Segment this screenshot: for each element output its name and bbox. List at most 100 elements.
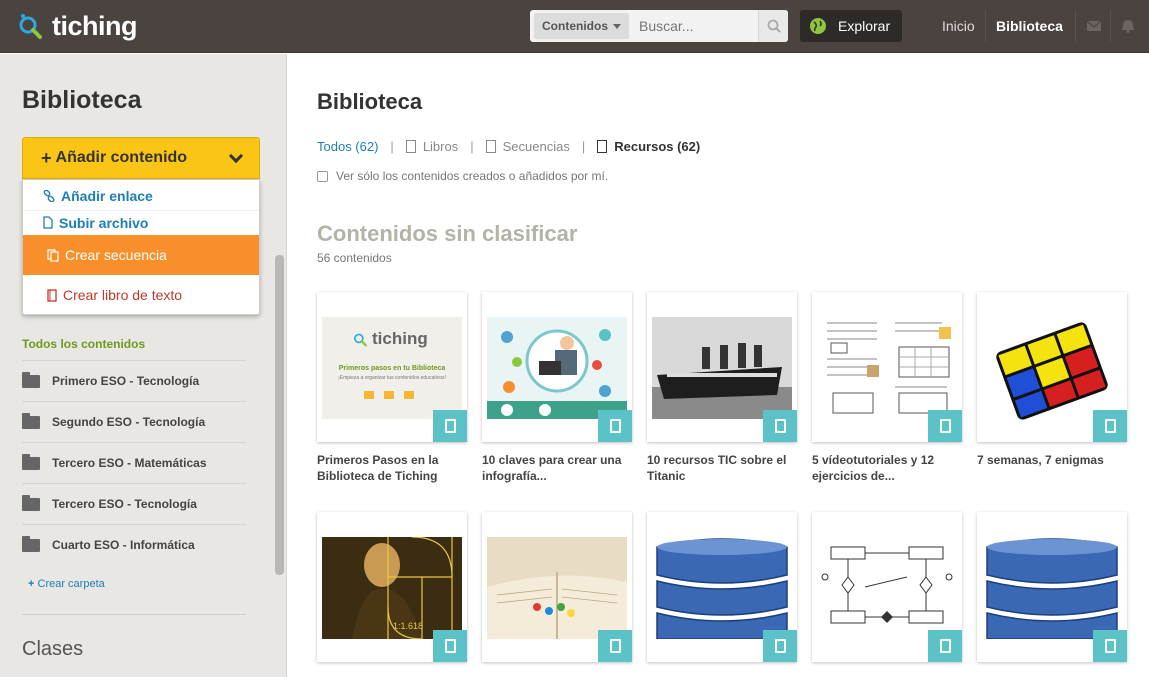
folder-item[interactable]: Tercero ESO - Tecnología (22, 483, 246, 524)
resource-badge (1093, 410, 1127, 442)
filter-resources[interactable]: Recursos (62) (597, 139, 700, 154)
search-input[interactable] (639, 18, 763, 34)
file-icon (939, 419, 951, 433)
folder-item[interactable]: Cuarto ESO - Informática (22, 524, 246, 565)
folder-icon (22, 453, 40, 470)
filter-sequences[interactable]: Secuencias (485, 139, 570, 154)
content-card[interactable] (647, 292, 797, 442)
thumb-ratio-label: 1:1.618 (393, 621, 424, 631)
explore-button[interactable]: Explorar (800, 10, 902, 42)
file-icon (939, 639, 951, 653)
resource-badge (928, 630, 962, 662)
content-card[interactable]: 1:1.618 (317, 512, 467, 662)
card-title[interactable]: 10 recursos TIC sobre el Titanic (647, 452, 797, 484)
filter-bar: Todos (62) | Libros | Secuencias | Recur… (317, 138, 700, 154)
classes-title: Clases (22, 638, 84, 660)
plus-icon: + (41, 147, 52, 168)
create-sequence-label: Crear secuencia (65, 247, 167, 263)
card-thumbnail (817, 537, 957, 639)
resource-badge (598, 630, 632, 662)
resource-badge (1093, 630, 1127, 662)
filter-books[interactable]: Libros (405, 138, 459, 154)
mail-icon[interactable] (1086, 19, 1102, 33)
card-thumbnail (982, 316, 1122, 422)
folder-item[interactable]: Segundo ESO - Tecnología (22, 401, 246, 442)
content-card[interactable] (812, 292, 962, 442)
content-card[interactable] (647, 512, 797, 662)
explore-label: Explorar (838, 18, 891, 34)
resource-badge (433, 410, 467, 442)
nav-divider (1110, 10, 1111, 42)
only-mine-filter[interactable]: Ver sólo los contenidos creados o añadid… (317, 169, 608, 183)
page-title: Biblioteca (317, 89, 423, 114)
plus-icon: + (28, 578, 35, 590)
caret-down-icon (613, 23, 621, 29)
filter-books-label: Libros (422, 138, 459, 154)
bell-icon[interactable] (1120, 19, 1136, 33)
upload-file-item[interactable]: Subir archivo (23, 210, 259, 234)
link-icon (43, 190, 55, 202)
folder-icon (22, 371, 40, 388)
card-title[interactable]: 5 vídeotutoriales y 12 ejercicios de... (812, 452, 962, 484)
card-thumbnail (652, 317, 792, 419)
filter-separator: | (390, 138, 394, 154)
only-mine-label: Ver sólo los contenidos creados o añadid… (336, 169, 609, 183)
all-contents-link[interactable]: Todos los contenidos (22, 337, 145, 351)
sequence-icon (485, 139, 496, 153)
folder-item[interactable]: Tercero ESO - Matemáticas (22, 442, 246, 483)
content-card[interactable]: tiching Primeros pasos en tu Biblioteca … (317, 292, 467, 442)
content-card[interactable] (977, 512, 1127, 662)
section-title: Contenidos sin clasificar (317, 221, 578, 246)
only-mine-checkbox[interactable] (317, 170, 328, 182)
content-card[interactable] (812, 512, 962, 662)
file-icon (444, 419, 456, 433)
filter-resources-label: Recursos (62) (614, 138, 701, 154)
thumb-subtitle: ¡Empieza a organizar tus contenidos educ… (338, 375, 446, 381)
card-title[interactable]: Primeros Pasos en la Biblioteca de Tichi… (317, 452, 467, 484)
filter-all[interactable]: Todos (62) (317, 139, 378, 154)
search-button[interactable] (758, 10, 788, 42)
search-category-select[interactable]: Contenidos (534, 13, 629, 39)
nav-library-link[interactable]: Biblioteca (996, 18, 1063, 34)
folder-label: Segundo ESO - Tecnología (52, 415, 206, 429)
file-icon (444, 639, 456, 653)
tiching-logo[interactable]: tiching (16, 9, 138, 43)
search-category-label: Contenidos (542, 19, 608, 33)
content-card[interactable] (482, 512, 632, 662)
folder-icon (364, 391, 374, 399)
filter-separator: | (470, 138, 474, 154)
add-content-button[interactable]: + Añadir contenido (22, 137, 260, 179)
nav-home-link[interactable]: Inicio (942, 18, 975, 34)
file-icon (43, 216, 53, 229)
sidebar-title: Biblioteca (22, 86, 142, 114)
file-icon (1104, 639, 1116, 653)
folder-icon (404, 391, 414, 399)
book-icon (405, 139, 416, 153)
file-icon (609, 639, 621, 653)
card-title[interactable]: 10 claves para crear una infografía... (482, 452, 632, 484)
tiching-logo-icon (19, 14, 42, 39)
card-title[interactable]: 7 semanas, 7 enigmas (977, 452, 1127, 468)
filter-separator: | (581, 138, 586, 154)
resource-badge (763, 630, 797, 662)
resource-badge (598, 410, 632, 442)
top-bar: tiching Contenidos Explorar Inicio Bibli… (0, 0, 1149, 53)
content-card[interactable] (482, 292, 632, 442)
add-link-item[interactable]: Añadir enlace (23, 184, 259, 208)
add-content-label: Añadir contenido (55, 149, 188, 166)
create-folder-link[interactable]: + Crear carpeta (28, 578, 105, 590)
content-card[interactable] (977, 292, 1127, 442)
card-thumbnail (817, 317, 957, 419)
card-thumbnail (982, 537, 1122, 639)
folder-icon (22, 535, 40, 552)
create-sequence-item[interactable]: Crear secuencia (23, 235, 259, 275)
sidebar-scrollbar[interactable] (275, 255, 284, 575)
create-textbook-item[interactable]: Crear libro de texto (23, 276, 259, 314)
globe-icon (810, 18, 826, 34)
folder-item[interactable]: Primero ESO - Tecnología (22, 360, 246, 401)
thumb-title: Primeros pasos en tu Biblioteca (338, 365, 446, 372)
file-icon (774, 639, 786, 653)
create-folder-label: Crear carpeta (37, 578, 105, 590)
folder-label: Tercero ESO - Tecnología (52, 497, 197, 511)
section-count: 56 contenidos (317, 251, 392, 265)
